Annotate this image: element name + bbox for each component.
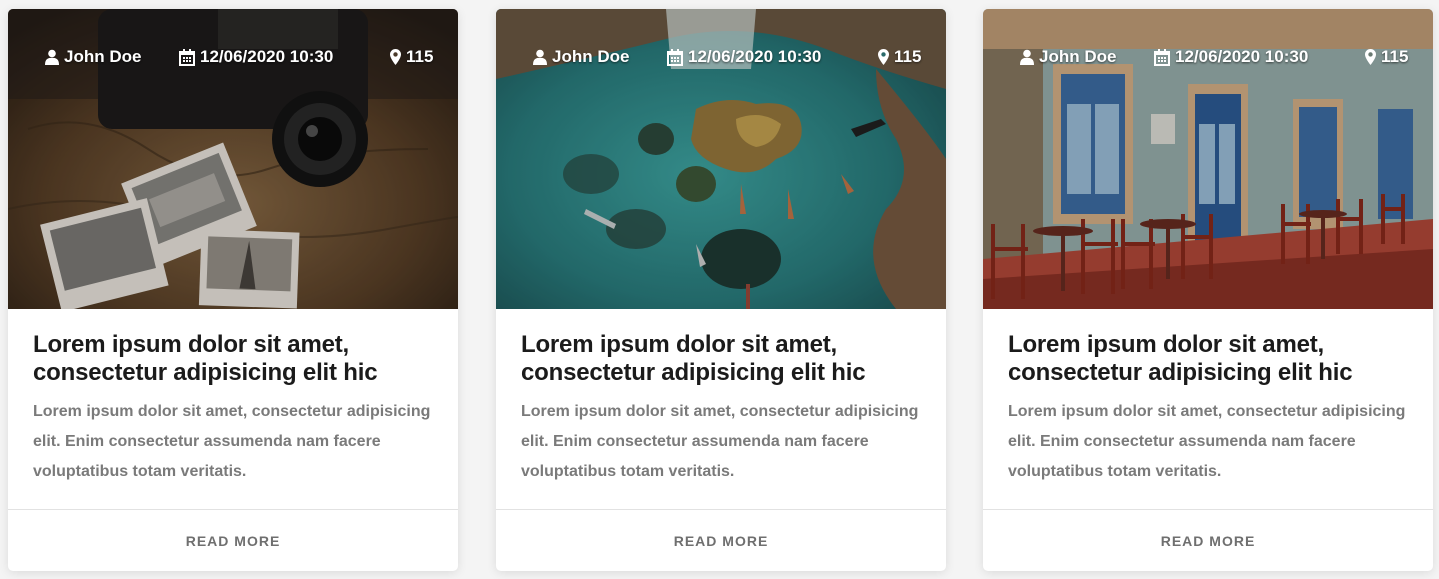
user-icon bbox=[533, 49, 547, 65]
user-icon bbox=[45, 49, 59, 65]
user-icon bbox=[1020, 49, 1034, 65]
map-marker-icon bbox=[1365, 49, 1376, 65]
meta-date: 12/06/2020 10:30 bbox=[667, 47, 821, 67]
card-title[interactable]: Lorem ipsum dolor sit amet, consectetur … bbox=[33, 331, 438, 387]
card-footer: READ MORE bbox=[983, 509, 1433, 571]
blog-card-grid: John Doe 12/06/2020 10:30 115 Lorem ipsu… bbox=[0, 0, 1439, 579]
meta-date-text: 12/06/2020 10:30 bbox=[200, 47, 334, 66]
meta-date: 12/06/2020 10:30 bbox=[1154, 47, 1308, 67]
meta-views-text: 115 bbox=[1381, 47, 1409, 66]
meta-author-text: John Doe bbox=[64, 47, 142, 66]
meta-author: John Doe bbox=[1020, 47, 1116, 67]
blog-card: John Doe 12/06/2020 10:30 115 Lorem ipsu… bbox=[983, 9, 1433, 571]
card-body: Lorem ipsum dolor sit amet, consectetur … bbox=[521, 331, 926, 487]
blog-card: John Doe 12/06/2020 10:30 115 Lorem ipsu… bbox=[496, 9, 946, 571]
card-meta: John Doe 12/06/2020 10:30 115 bbox=[496, 47, 946, 71]
meta-views-text: 115 bbox=[406, 47, 434, 66]
card-meta: John Doe 12/06/2020 10:30 115 bbox=[8, 47, 458, 71]
meta-views: 115 bbox=[878, 47, 921, 67]
calendar-icon bbox=[1154, 48, 1170, 66]
calendar-icon bbox=[667, 48, 683, 66]
card-footer: READ MORE bbox=[496, 509, 946, 571]
card-footer: READ MORE bbox=[8, 509, 458, 571]
map-marker-icon bbox=[878, 49, 889, 65]
card-excerpt: Lorem ipsum dolor sit amet, consectetur … bbox=[33, 403, 431, 480]
card-excerpt: Lorem ipsum dolor sit amet, consectetur … bbox=[1008, 403, 1406, 480]
read-more-link[interactable]: READ MORE bbox=[674, 533, 769, 549]
card-title[interactable]: Lorem ipsum dolor sit amet, consectetur … bbox=[521, 331, 926, 387]
meta-views-text: 115 bbox=[894, 47, 922, 66]
meta-date-text: 12/06/2020 10:30 bbox=[1175, 47, 1309, 66]
card-body: Lorem ipsum dolor sit amet, consectetur … bbox=[33, 331, 438, 487]
meta-date: 12/06/2020 10:30 bbox=[179, 47, 333, 67]
card-title[interactable]: Lorem ipsum dolor sit amet, consectetur … bbox=[1008, 331, 1413, 387]
meta-views: 115 bbox=[1365, 47, 1408, 67]
meta-author: John Doe bbox=[533, 47, 629, 67]
meta-author-text: John Doe bbox=[1039, 47, 1117, 66]
read-more-link[interactable]: READ MORE bbox=[186, 533, 281, 549]
card-excerpt: Lorem ipsum dolor sit amet, consectetur … bbox=[521, 403, 919, 480]
card-meta: John Doe 12/06/2020 10:30 115 bbox=[983, 47, 1433, 71]
blog-card: John Doe 12/06/2020 10:30 115 Lorem ipsu… bbox=[8, 9, 458, 571]
meta-views: 115 bbox=[390, 47, 433, 67]
meta-author-text: John Doe bbox=[552, 47, 630, 66]
meta-author: John Doe bbox=[45, 47, 141, 67]
calendar-icon bbox=[179, 48, 195, 66]
map-marker-icon bbox=[390, 49, 401, 65]
read-more-link[interactable]: READ MORE bbox=[1161, 533, 1256, 549]
meta-date-text: 12/06/2020 10:30 bbox=[688, 47, 822, 66]
card-body: Lorem ipsum dolor sit amet, consectetur … bbox=[1008, 331, 1413, 487]
